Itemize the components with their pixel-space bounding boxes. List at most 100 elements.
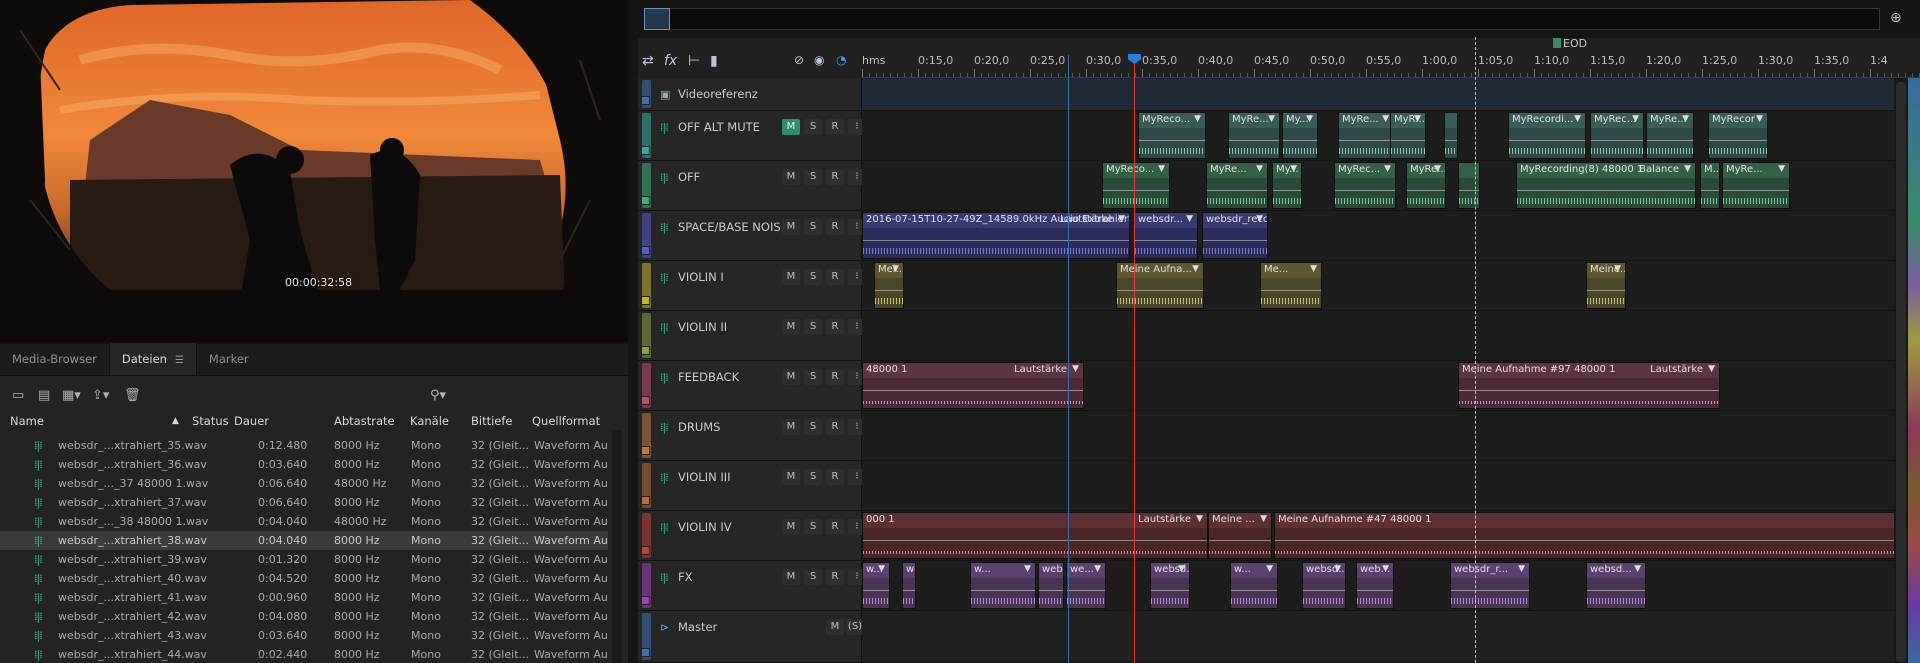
file-row[interactable]: ⁞|⁞ websdr_...xtrahiert_42.wav 0:04.080 800… [0,607,608,626]
panel-divider[interactable] [628,0,638,663]
file-row[interactable]: ⁞|⁞ websdr_...xtrahiert_44.wav 0:02.440 800… [0,645,608,663]
track-header[interactable]: ⁞|⁞ DRUMS M S R ⁝ [638,411,866,460]
search-icon[interactable]: ⚲▾ [430,388,446,403]
track-header[interactable]: ⁞|⁞ FX M S R ⁝ [638,561,866,610]
track-name[interactable]: OFF [678,170,700,184]
volume-envelope[interactable] [1709,140,1767,141]
audio-clip[interactable]: Mei... ▼ [874,262,904,309]
routing-icon[interactable]: ⊢ [688,53,700,69]
tab-files[interactable]: Dateien ☰ [108,343,197,375]
file-list-scrollbar[interactable] [612,430,622,663]
solo-button[interactable]: S [804,169,822,185]
track-header[interactable]: ⁞|⁞ VIOLIN II M S R ⁝ [638,311,866,360]
track-name[interactable]: Master [678,620,717,634]
audio-clip[interactable]: MyRe... ▼ [1338,112,1394,159]
audio-clip[interactable]: MyRe... ▼ [1206,162,1268,209]
volume-envelope[interactable] [1303,590,1345,591]
playhead[interactable] [1134,55,1135,663]
zoom-icon[interactable]: ⊕ [1890,10,1902,26]
track-lane[interactable]: 000 1 Lautstärke ▼ Meine ... ▼ Meine Aufnahme… [862,511,1920,560]
audio-clip[interactable]: websd...▼ [1586,562,1646,609]
track-color-swatch[interactable] [641,546,650,555]
audio-clip[interactable]: MyRe... ▼ [1406,162,1446,209]
tab-marker[interactable]: Marker [197,343,261,375]
volume-envelope[interactable] [863,240,1129,241]
volume-envelope[interactable] [1283,140,1317,141]
file-row[interactable]: ⁞|⁞ websdr_...xtrahiert_41.wav 0:00.960 800… [0,588,608,607]
chevron-down-icon[interactable]: ▼ [1256,214,1263,224]
audio-clip[interactable]: websd... [1038,562,1064,609]
mute-button[interactable]: M [782,569,800,585]
volume-envelope[interactable] [903,590,915,591]
track-name[interactable]: FEEDBACK [678,370,739,384]
track-lane[interactable] [862,411,1920,460]
file-row[interactable]: ⁞|⁞ websdr_..._37 48000 1.wav 0:06.640 4800… [0,474,608,493]
record-arm-button[interactable]: R [826,119,844,135]
chevron-down-icon[interactable]: ▼ [1778,164,1785,174]
volume-envelope[interactable] [1517,190,1695,191]
hamburger-menu-icon[interactable]: ☰ [175,355,184,366]
chevron-down-icon[interactable]: ▼ [1574,114,1581,124]
track-name[interactable]: VIOLIN II [678,320,727,334]
volume-envelope[interactable] [863,590,889,591]
volume-envelope[interactable] [1459,190,1479,191]
chevron-down-icon[interactable]: ▼ [878,564,885,574]
solo-button[interactable]: S [804,119,822,135]
record-arm-button[interactable]: R [826,219,844,235]
mute-button[interactable]: M [782,169,800,185]
audio-clip[interactable]: Meine... ▼ [1586,262,1626,309]
mute-button[interactable]: M [782,419,800,435]
track-name[interactable]: FX [678,570,693,584]
track-name[interactable]: VIOLIN I [678,270,724,284]
volume-envelope[interactable] [863,540,1207,541]
track-lane[interactable]: w...▼websdr_r...w...▼websd...we...▼websd… [862,561,1920,610]
audio-clip[interactable]: MyRec... ▼ [1590,112,1644,159]
solo-button[interactable]: S [804,469,822,485]
tracks-scrollbar-thumb[interactable] [1896,82,1906,662]
track-color-swatch[interactable] [641,346,650,355]
track-header[interactable]: ⁞|⁞ SPACE/BASE NOIS M S R ⁝ [638,211,866,260]
track-header[interactable]: ▣ Videoreferenz [638,78,862,110]
solo-button[interactable]: S [804,569,822,585]
track-name[interactable]: OFF ALT MUTE [678,120,760,134]
audio-clip[interactable]: websd...▼ [1150,562,1190,609]
track-header[interactable]: ⁞|⁞ OFF M S R ⁝ [638,161,866,210]
volume-envelope[interactable] [875,290,903,291]
chevron-down-icon[interactable]: ▼ [1024,564,1031,574]
volume-envelope[interactable] [1339,140,1393,141]
file-row[interactable]: ⁞|⁞ websdr_...xtrahiert_35.wav 0:12.480 800… [0,436,608,455]
delete-icon[interactable]: 🗑 [124,388,141,403]
audio-clip[interactable]: websd...▼ [1302,562,1346,609]
chevron-down-icon[interactable]: ▼ [1384,164,1391,174]
volume-envelope[interactable] [1139,140,1205,141]
audio-clip[interactable]: MyReco... ▼ [1102,162,1170,209]
record-arm-button[interactable]: R [826,169,844,185]
mute-button[interactable]: M [782,119,800,135]
chevron-down-icon[interactable]: ▼ [1334,564,1341,574]
solo-button[interactable]: S [804,269,822,285]
level-meter-icon[interactable]: ▮ [710,53,718,69]
mute-button[interactable]: M [826,619,844,635]
col-source-format[interactable]: Quellformat [532,414,600,428]
record-arm-button[interactable]: R [826,569,844,585]
volume-envelope[interactable] [1509,140,1585,141]
solo-button[interactable]: S [804,319,822,335]
track-lane[interactable] [862,311,1920,360]
audio-clip[interactable]: web... ▼ [1356,562,1394,609]
col-bit-depth[interactable]: Bittiefe [471,414,513,428]
chevron-down-icon[interactable]: ▼ [1268,114,1275,124]
volume-envelope[interactable] [1229,140,1279,141]
volume-envelope[interactable] [1067,590,1105,591]
track-color-swatch[interactable] [641,246,650,255]
mute-all-icon[interactable]: ⊘ [794,53,804,67]
chevron-down-icon[interactable]: ▼ [1708,364,1715,374]
volume-envelope[interactable] [1647,140,1693,141]
mute-button[interactable]: M [782,469,800,485]
record-icon[interactable]: ◉ [814,53,824,67]
chevron-down-icon[interactable]: ▼ [1178,564,1185,574]
volume-envelope[interactable] [1275,540,1920,541]
file-row[interactable]: ⁞|⁞ websdr_...xtrahiert_38.wav 0:04.040 800… [0,531,608,550]
track-color-swatch[interactable] [641,396,650,405]
chevron-down-icon[interactable]: ▼ [1756,114,1763,124]
audio-clip[interactable]: MyRe... ▼ [1228,112,1280,159]
